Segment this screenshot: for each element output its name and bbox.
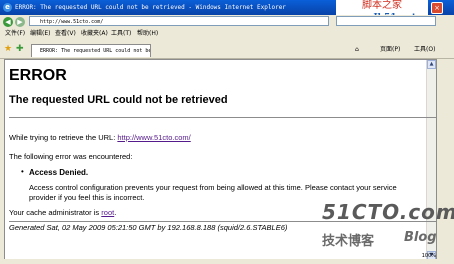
favorites-star-icon[interactable]: ★ [4,45,12,54]
retrieve-url-link[interactable]: http://www.51cto.com/ [117,133,190,142]
page-title: ERROR [9,67,67,84]
retrieve-line: While trying to retrieve the URL: http:/… [9,133,191,143]
address-input[interactable]: http://www.51cto.com/ [29,16,329,26]
error-page: ERROR The requested URL could not be ret… [9,67,436,232]
menu-file[interactable]: 文件(F) [5,28,25,39]
divider [9,117,436,118]
page-content: ▲ ▼ ERROR The requested URL could not be… [4,59,437,261]
browser-window: e ERROR: The requested URL could not be … [0,0,454,264]
menu-view[interactable]: 查看(V) [55,28,76,39]
back-button[interactable]: ◀ [3,17,13,27]
error-desc-1: Access control configuration prevents yo… [29,183,397,192]
tools-menu[interactable]: 工具(O) [414,45,435,54]
admin-prefix: Your cache administrator is [9,208,102,217]
search-input[interactable] [336,16,436,26]
admin-suffix: . [114,208,117,217]
tab-current[interactable]: ERROR: The requested URL could not be re… [31,44,151,57]
scroll-up-icon[interactable]: ▲ [427,60,436,69]
page-subtitle: The requested URL could not be retrieved [9,94,228,106]
close-window-button[interactable]: × [431,2,443,14]
error-intro: The following error was encountered: [9,152,133,161]
tab-row: ★ ✚ ERROR: The requested URL could not b… [0,41,454,59]
window-title: ERROR: The requested URL could not be re… [15,4,286,11]
menu-tools[interactable]: 工具(T) [111,28,131,39]
page-menu[interactable]: 页面(P) [380,45,400,54]
add-favorites-icon[interactable]: ✚ [16,45,24,54]
watermark-line1: 脚本之家 [362,0,402,11]
error-desc-2: provider if you feel this is incorrect. [29,193,145,202]
menu-favorites[interactable]: 收藏夹(A) [81,28,108,39]
home-icon[interactable]: ⌂ [355,45,359,54]
generated-line: Generated Sat, 02 May 2009 05:21:50 GMT … [9,221,436,233]
menu-help[interactable]: 帮助(H) [137,28,158,39]
forward-button[interactable]: ▶ [15,17,25,27]
admin-link[interactable]: root [101,208,114,217]
menu-edit[interactable]: 编辑(E) [30,28,50,39]
retrieve-prefix: While trying to retrieve the URL: [9,133,118,142]
address-row: ◀ ▶ http://www.51cto.com/ [0,15,454,28]
ie-icon: e [3,3,12,12]
menu-bar: 文件(F) 编辑(E) 查看(V) 收藏夹(A) 工具(T) 帮助(H) [0,28,454,39]
admin-line: Your cache administrator is root. [9,208,116,218]
status-bar [0,259,454,264]
bullet-icon: • [21,167,24,176]
error-title: Access Denied. [29,168,89,177]
